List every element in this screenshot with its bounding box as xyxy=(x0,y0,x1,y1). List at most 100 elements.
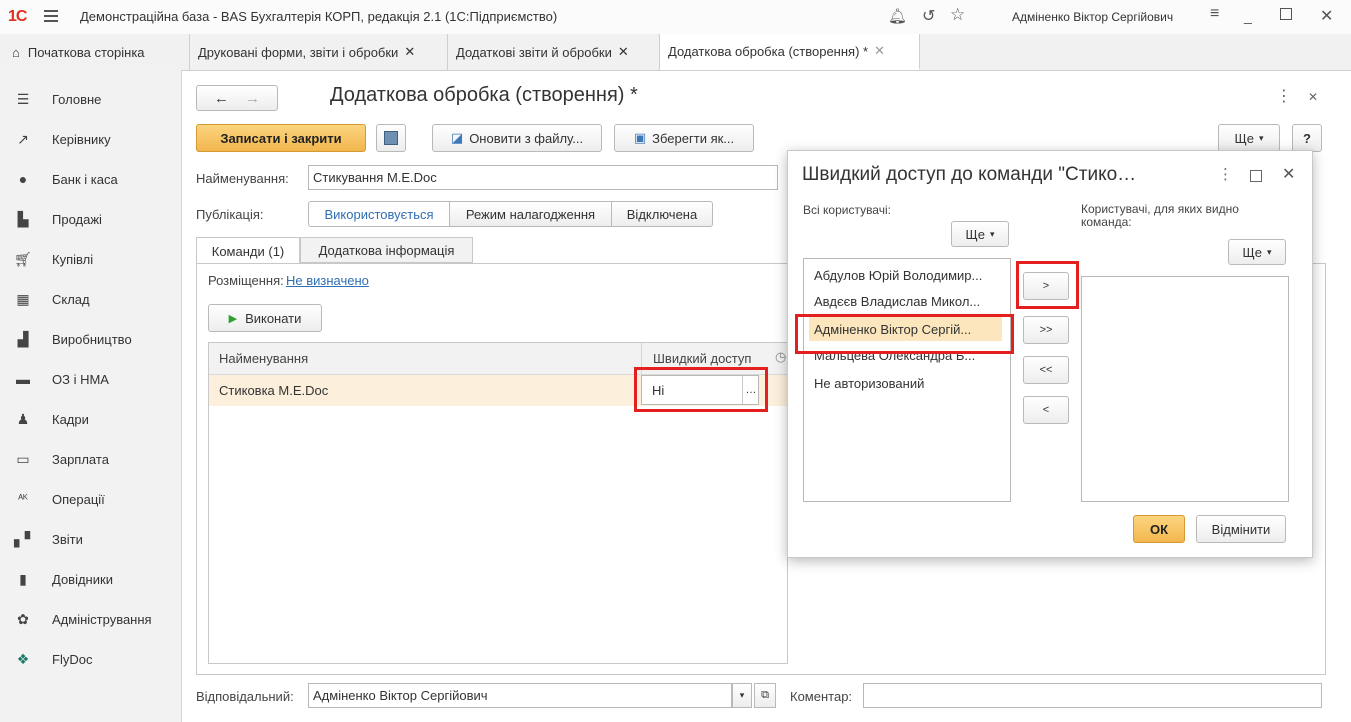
close-icon[interactable]: ✕ xyxy=(404,44,415,60)
play-icon: ▶ xyxy=(228,312,238,325)
sidebar-item-label: Продажі xyxy=(52,211,102,227)
tab-commands[interactable]: Команди (1) xyxy=(196,237,300,264)
sidebar-item-administration[interactable]: ✿ Адміністрування xyxy=(0,604,181,634)
more-actions-icon[interactable]: ⋮ xyxy=(1218,165,1233,183)
book-icon: ▮ xyxy=(19,570,27,587)
cancel-button[interactable]: Відмінити xyxy=(1196,515,1286,543)
tab-additional-processing[interactable]: Додаткова обробка (створення) * ✕ xyxy=(660,34,920,70)
sidebar-item-hr[interactable]: ♟ Кадри xyxy=(0,404,181,434)
star-icon[interactable]: ☆ xyxy=(950,5,965,25)
move-all-right-button[interactable]: >> xyxy=(1023,316,1069,344)
sidebar-item-sales[interactable]: ▙ Продажі xyxy=(0,204,181,234)
close-icon[interactable]: ✕ xyxy=(1282,164,1295,184)
close-window-icon[interactable]: ✕ xyxy=(1320,6,1333,26)
bell-icon[interactable]: 🔔︎ xyxy=(888,7,907,25)
ok-button[interactable]: ОК xyxy=(1133,515,1185,543)
minimize-icon[interactable]: _ xyxy=(1244,8,1252,24)
floppy-icon xyxy=(384,131,398,145)
run-button[interactable]: ▶ Виконати xyxy=(208,304,322,332)
sidebar-item-main[interactable]: ☰ Головне xyxy=(0,84,181,114)
sidebar-item-flydoc[interactable]: ❖ FlyDoc xyxy=(0,644,181,674)
sidebar-item-fixed-assets[interactable]: ▬ ОЗ і НМА xyxy=(0,364,181,394)
close-form-icon[interactable]: ✕ xyxy=(1308,90,1318,104)
move-all-left-button[interactable]: << xyxy=(1023,356,1069,384)
sidebar-item-purchases[interactable]: 🛒︎ Купівлі xyxy=(0,244,181,274)
nav-arrows: ← → xyxy=(196,85,278,111)
settings-menu-icon[interactable]: ≡ xyxy=(1210,5,1219,23)
forward-arrow-icon[interactable]: → xyxy=(245,90,260,107)
maximize-icon[interactable] xyxy=(1250,170,1262,182)
tab-label: Друковані форми, звіти і обробки xyxy=(198,44,399,60)
save-button[interactable] xyxy=(376,124,406,152)
chart-icon: ↗ xyxy=(17,130,29,147)
flydoc-icon: ❖ xyxy=(16,650,30,667)
column-header-name[interactable]: Найменування xyxy=(219,351,308,366)
open-icon[interactable]: ⧉ xyxy=(754,683,776,708)
more-button-right[interactable]: Ще ▾ xyxy=(1228,239,1286,265)
sidebar: ☰ Головне ↗ Керівнику ● Банк і каса ▙ Продаж… xyxy=(0,70,182,722)
move-left-button[interactable]: < xyxy=(1023,396,1069,424)
comment-label: Коментар: xyxy=(790,689,853,704)
sidebar-item-label: Виробництво xyxy=(52,331,132,347)
truck-icon: ▬ xyxy=(16,371,30,387)
publication-debug-mode[interactable]: Режим налагодження xyxy=(449,201,612,227)
name-label: Найменування: xyxy=(196,171,289,186)
sidebar-item-label: ОЗ і НМА xyxy=(52,371,109,387)
close-icon[interactable]: ✕ xyxy=(874,43,885,59)
column-header-quick-access[interactable]: Швидкий доступ xyxy=(653,351,751,366)
save-close-button[interactable]: Записати і закрити xyxy=(196,124,366,152)
tab-print-forms[interactable]: Друковані форми, звіти і обробки ✕ xyxy=(190,34,448,70)
update-from-file-button[interactable]: ◪ Оновити з файлу... xyxy=(432,124,602,152)
sidebar-item-label: Головне xyxy=(52,91,102,107)
tab-additional-reports[interactable]: Додаткові звіти й обробки ✕ xyxy=(448,34,660,70)
placement-link[interactable]: Не визначено xyxy=(286,273,369,288)
sidebar-item-warehouse[interactable]: ▦ Склад xyxy=(0,284,181,314)
highlight-box xyxy=(1016,261,1079,309)
main-menu-icon[interactable] xyxy=(44,10,58,22)
list-item[interactable]: Абдулов Юрій Володимир... xyxy=(809,263,982,287)
close-icon[interactable]: ✕ xyxy=(618,44,629,60)
tab-additional-info[interactable]: Додаткова інформація xyxy=(300,237,473,263)
current-user[interactable]: Адміненко Віктор Сергійович xyxy=(1012,10,1173,24)
sidebar-item-label: Банк і каса xyxy=(52,171,118,187)
list-item[interactable]: Авдєєв Владислав Микол... xyxy=(809,289,980,313)
comment-input[interactable] xyxy=(863,683,1322,708)
tab-label: Додаткова обробка (створення) * xyxy=(668,43,869,59)
button-label: Оновити з файлу... xyxy=(469,130,584,146)
tab-label: Додаткові звіти й обробки xyxy=(456,44,612,60)
back-arrow-icon[interactable]: ← xyxy=(214,90,229,107)
button-label: Виконати xyxy=(245,310,302,326)
chevron-down-icon: ▾ xyxy=(989,228,995,239)
sidebar-item-directories[interactable]: ▮ Довідники xyxy=(0,564,181,594)
publication-disabled[interactable]: Відключена xyxy=(611,201,713,227)
button-label: Ще xyxy=(1242,244,1262,260)
publication-in-use[interactable]: Використовується xyxy=(308,201,450,227)
sidebar-item-salary[interactable]: ▭ Зарплата xyxy=(0,444,181,474)
list-item[interactable]: Не авторизований xyxy=(809,371,924,395)
maximize-icon[interactable] xyxy=(1280,8,1292,20)
more-button[interactable]: Ще ▾ xyxy=(1218,124,1280,152)
dropdown-icon[interactable]: ▾ xyxy=(732,683,752,708)
sidebar-item-manager[interactable]: ↗ Керівнику xyxy=(0,124,181,154)
button-label: Зберегти як... xyxy=(652,130,735,146)
responsible-field[interactable]: Адміненко Віктор Сергійович xyxy=(308,683,732,708)
sales-icon: ▙ xyxy=(17,210,29,227)
tab-home[interactable]: ⌂ Початкова сторінка xyxy=(0,34,190,70)
save-as-button[interactable]: ▣ Зберегти як... xyxy=(614,124,754,152)
sidebar-item-production[interactable]: ▟ Виробництво xyxy=(0,324,181,354)
name-input[interactable]: Стикування M.E.Doc xyxy=(308,165,778,190)
dialog-title: Швидкий доступ до команди "Стико… xyxy=(802,164,1137,185)
sidebar-item-reports[interactable]: ▖▘ Звіти xyxy=(0,524,181,554)
clock-icon: ◷ xyxy=(775,349,787,364)
tab-label: Початкова сторінка xyxy=(27,44,145,60)
more-actions-icon[interactable]: ⋮ xyxy=(1276,86,1292,106)
sidebar-item-label: Зарплата xyxy=(52,451,109,467)
sidebar-item-label: Кадри xyxy=(52,411,89,427)
sidebar-item-bank[interactable]: ● Банк і каса xyxy=(0,164,181,194)
page-title: Додаткова обробка (створення) * xyxy=(330,84,638,106)
history-icon[interactable]: ↺ xyxy=(922,6,935,26)
help-button[interactable]: ? xyxy=(1292,124,1322,152)
sidebar-item-label: FlyDoc xyxy=(52,651,93,667)
sidebar-item-operations[interactable]: ᴬᴷ Операції xyxy=(0,484,181,514)
more-button[interactable]: Ще ▾ xyxy=(951,221,1009,247)
